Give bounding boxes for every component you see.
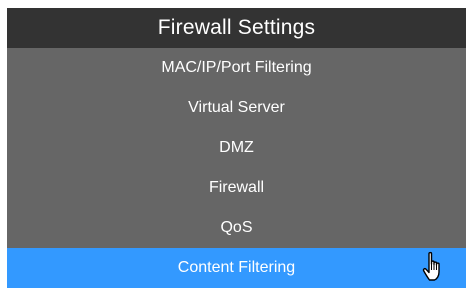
menu-list: MAC/IP/Port Filtering Virtual Server DMZ…	[7, 48, 466, 288]
menu-title: Firewall Settings	[7, 8, 466, 48]
firewall-settings-menu: Firewall Settings MAC/IP/Port Filtering …	[7, 8, 466, 288]
hand-pointer-icon	[422, 251, 440, 281]
menu-item-content-filtering-label: Content Filtering	[177, 259, 296, 276]
menu-item-content-filtering[interactable]: Content Filtering	[7, 248, 466, 288]
menu-item-firewall[interactable]: Firewall	[7, 168, 466, 208]
menu-item-dmz[interactable]: DMZ	[7, 128, 466, 168]
menu-item-mac-ip-port-filtering[interactable]: MAC/IP/Port Filtering	[7, 48, 466, 88]
menu-item-qos[interactable]: QoS	[7, 208, 466, 248]
menu-item-virtual-server[interactable]: Virtual Server	[7, 88, 466, 128]
